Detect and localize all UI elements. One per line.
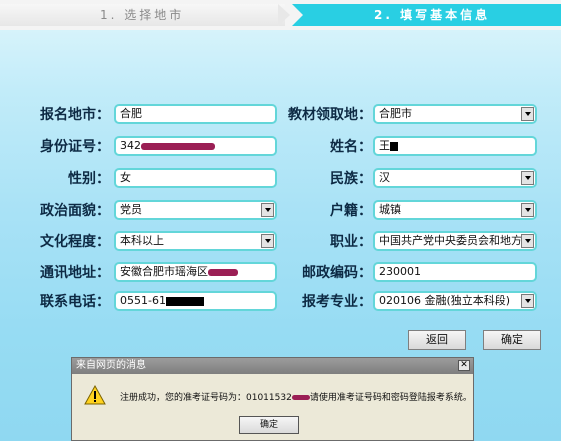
redaction-mark <box>141 142 215 150</box>
address-label: 通讯地址： <box>40 265 110 281</box>
political-status-label: 政治面貌： <box>40 203 110 219</box>
id-number-field[interactable]: 342 <box>114 136 277 156</box>
ethnicity-label: 民族： <box>330 171 372 187</box>
phone-field[interactable]: 0551-61 <box>114 291 277 311</box>
ethnicity-value: 汉 <box>379 171 390 184</box>
pickup-location-value: 合肥市 <box>379 107 412 120</box>
dialog-message-suffix: 请使用准考证号码和密码登陆报考系统。 <box>309 393 472 403</box>
alert-dialog: 来自网页的消息 ✕ 注册成功，您的准考证号码为：01011532 请使用准考证号码… <box>71 357 474 441</box>
address-value: 安徽合肥市瑶海区 <box>120 265 208 278</box>
name-label: 姓名： <box>330 139 372 155</box>
name-value: 王 <box>379 139 390 152</box>
redaction-mark <box>291 395 310 400</box>
phone-value: 0551-61 <box>120 294 166 307</box>
education-value: 本科以上 <box>120 234 164 247</box>
id-number-label: 身份证号： <box>40 139 110 155</box>
hukou-label: 户籍： <box>330 203 372 219</box>
warning-icon <box>84 385 106 405</box>
dialog-title: 来自网页的消息 <box>72 358 473 374</box>
id-number-value: 342 <box>120 139 141 152</box>
hukou-value: 城镇 <box>379 203 401 216</box>
step-1-select-city: 1. 选择地市 <box>0 4 285 26</box>
pickup-location-label: 教材领取地： <box>288 107 372 123</box>
dialog-message: 注册成功，您的准考证号码为：01011532 请使用准考证号码和密码登陆报考系统。 <box>120 390 472 403</box>
city-field[interactable]: 合肥 <box>114 104 277 124</box>
city-label: 报名地市： <box>40 107 110 123</box>
political-status-value: 党员 <box>120 203 142 216</box>
step-bar: 1. 选择地市 2. 填写基本信息 <box>0 0 561 30</box>
dialog-ok-button[interactable]: 确定 <box>239 416 299 434</box>
postcode-field[interactable]: 230001 <box>373 262 537 282</box>
gender-label: 性别： <box>68 171 110 187</box>
political-status-select[interactable]: 党员 <box>114 200 277 220</box>
occupation-label: 职业： <box>330 234 372 250</box>
major-value: 020106 金融(独立本科段) <box>379 294 511 307</box>
postcode-label: 邮政编码： <box>302 265 372 281</box>
dropdown-arrow-icon[interactable] <box>521 203 534 217</box>
phone-label: 联系电话： <box>40 294 110 310</box>
ethnicity-select[interactable]: 汉 <box>373 168 537 188</box>
education-label: 文化程度： <box>40 234 110 250</box>
redaction-mark <box>390 141 398 151</box>
redaction-mark <box>165 296 204 306</box>
dropdown-arrow-icon[interactable] <box>261 203 274 217</box>
dialog-message-prefix: 注册成功，您的准考证号码为：01011532 <box>120 393 292 403</box>
step-1-arrow <box>278 4 290 26</box>
name-field[interactable]: 王 <box>373 136 537 156</box>
dropdown-arrow-icon[interactable] <box>521 294 534 308</box>
step-2-fill-info: 2. 填写基本信息 <box>292 4 561 26</box>
occupation-value: 中国共产党中央委员会和地方 <box>379 234 522 247</box>
address-field[interactable]: 安徽合肥市瑶海区 <box>114 262 277 282</box>
major-select[interactable]: 020106 金融(独立本科段) <box>373 291 537 311</box>
dropdown-arrow-icon[interactable] <box>521 234 534 248</box>
close-icon[interactable]: ✕ <box>458 360 470 371</box>
back-button[interactable]: 返回 <box>408 330 466 350</box>
education-select[interactable]: 本科以上 <box>114 231 277 251</box>
confirm-button[interactable]: 确定 <box>483 330 541 350</box>
gender-field[interactable]: 女 <box>114 168 277 188</box>
step-2-notch <box>292 4 303 26</box>
occupation-select[interactable]: 中国共产党中央委员会和地方 <box>373 231 537 251</box>
pickup-location-select[interactable]: 合肥市 <box>373 104 537 124</box>
major-label: 报考专业： <box>302 294 372 310</box>
dropdown-arrow-icon[interactable] <box>521 171 534 185</box>
dropdown-arrow-icon[interactable] <box>261 234 274 248</box>
dropdown-arrow-icon[interactable] <box>521 107 534 121</box>
redaction-mark <box>208 268 238 276</box>
hukou-select[interactable]: 城镇 <box>373 200 537 220</box>
